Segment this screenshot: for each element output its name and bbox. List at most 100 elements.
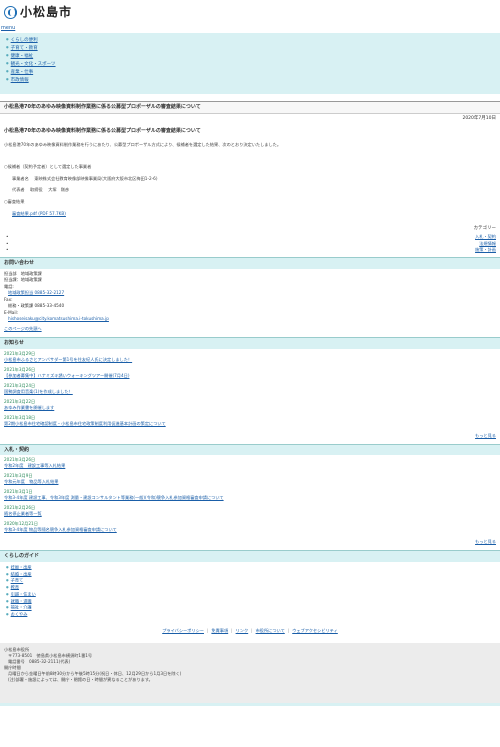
news-heading: お知らせ: [0, 337, 500, 349]
site-header: 小松島市: [0, 0, 500, 24]
nav-item: 健康・福祉: [6, 52, 494, 60]
contact-heading: お問い合わせ: [0, 256, 500, 269]
guide-link[interactable]: おくやみ: [11, 611, 28, 616]
guide-item: 結婚・出産: [6, 571, 494, 578]
item-link[interactable]: 令和2年度 建設工事等入札結果: [4, 463, 496, 469]
separator: |: [206, 627, 209, 633]
guide-item: 就職・退職: [6, 598, 494, 605]
bids-list: 2021年3月26日 令和2年度 建設工事等入札結果 2021年3月9日 令和元年度 …: [0, 455, 500, 539]
phone-link[interactable]: 地域政策担当 0885-32-2127: [8, 290, 64, 295]
nav-link[interactable]: 市政情報: [11, 78, 29, 83]
footer-links: プライバシーポリシー | 免責事項 | リンク | 市役所について | ウェブアクセシビリティ: [0, 620, 500, 644]
list-item: 2021年3月29日 小松島市ふるさとアンバサダー第1号を住友紀人氏に決定しました…: [4, 351, 496, 363]
nav-item: 子育て・教育: [6, 44, 494, 52]
category-title: カテゴリー: [473, 226, 497, 232]
category-list: • 入札・契約 • 法規情報 • 施策・計画: [0, 234, 500, 254]
article-body: 小松島港70年のあゆみ映像資料制作業務に係る公募型プロポーザルの審査結果について…: [0, 124, 500, 225]
news-list: 2021年3月29日 小松島市ふるさとアンバサダー第1号を住友紀人氏に決定しました…: [0, 349, 500, 433]
list-item: 2021年3月18日 第2期小松島市住宅確認制度・小松島市住宅政策制度利用促進基本…: [4, 415, 496, 427]
publish-date: 2020年7月10日: [462, 115, 496, 121]
site-footer: 小松島市役所 〒773-8501 徳島県小松島市横須町1番1号 電話番号 088…: [0, 643, 500, 704]
page-title: 小松島港70年のあゆみ映像資料制作業務に係る公募型プロポーザルの審査結果について: [0, 100, 500, 114]
footer-note: (注)部署・施設によっては、開庁・閉館の日・時間が異なることがあります。: [8, 677, 153, 683]
list-item: 2021年3月26日 令和2年度 建設工事等入札結果: [4, 457, 496, 469]
city-logo-icon[interactable]: [4, 5, 17, 19]
article-intro: 小松島港70年のあゆみ映像資料制作業務を行うにあたり、公募型プロポーザル方式によ…: [4, 142, 282, 148]
guide-list: 妊娠・出産結婚・出産子育て教育引越・住まい就職・退職福祉・介護おくやみ: [0, 562, 500, 620]
nav-link[interactable]: 健康・福祉: [11, 54, 34, 59]
guide-heading: くらしのガイド: [0, 550, 500, 562]
representative-row: 代表者 取締役 大塚 剛彦: [4, 187, 496, 193]
item-link[interactable]: あゆみ作業書を開催します: [4, 405, 496, 411]
guide-link[interactable]: 教育: [11, 584, 19, 589]
company-name: 東映株式会社教育映像部映像事業局(大阪府大阪市北区梅田1-2-6): [34, 175, 158, 181]
guide-item: 教育: [6, 584, 494, 591]
bids-more-link[interactable]: もっと見る: [475, 539, 496, 544]
list-item: 2021年3月24日 国勢調査用音楽(1)を作成しました！: [4, 383, 496, 395]
rep-title: 取締役: [30, 187, 43, 193]
nav-item: 市政情報: [6, 76, 494, 84]
list-item: 2021年3月22日 あゆみ作業書を開催します: [4, 399, 496, 411]
item-link[interactable]: 第2期小松島市住宅確認制度・小松島市住宅政策制度利用促進基本計画の策定について: [4, 421, 496, 427]
separator: |: [231, 627, 233, 633]
guide-link[interactable]: 子育て: [11, 578, 24, 583]
footer-link[interactable]: 免責事項: [211, 628, 228, 633]
results-label: ○審査結果: [4, 199, 25, 204]
nav-item: くらしの便利: [6, 36, 494, 44]
bottom-bar: [0, 703, 500, 707]
item-link[interactable]: 随名停止業者等一覧: [4, 511, 496, 517]
guide-item: おくやみ: [6, 611, 494, 618]
breadcrumb: [0, 94, 500, 101]
candidate-label: ○候補者（契約予定者）として選定した事業者: [4, 163, 92, 169]
list-item: 2021年3月9日 令和元年度 物品等入札結果: [4, 473, 496, 485]
footer-link[interactable]: プライバシーポリシー: [162, 628, 204, 633]
separator: |: [251, 627, 253, 633]
nav-link[interactable]: 観光・文化・スポーツ: [11, 62, 56, 67]
news-more-link[interactable]: もっと見る: [475, 433, 496, 438]
page-top-link[interactable]: このページの先頭へ: [4, 326, 42, 331]
results-pdf-link[interactable]: 審査結果.pdf (PDF 57.7KB): [12, 211, 66, 216]
site-logo-text[interactable]: 小松島市: [20, 4, 72, 20]
guide-item: 福祉・介護: [6, 604, 494, 611]
guide-link[interactable]: 引越・住まい: [11, 591, 36, 596]
guide-item: 引越・住まい: [6, 591, 494, 598]
nav-link[interactable]: 子育て・教育: [11, 46, 38, 51]
contact-block: 担当部 地域政策課 担当課：地域政策課 電話: 地域政策担当 0885-32-2…: [0, 269, 500, 335]
list-item: 2021年2月26日 随名停止業者等一覧: [4, 505, 496, 517]
list-item: 2021年3月26日 【参加者募集中】ハナミズキ誘いウォーキングツアー開催(7月4…: [4, 367, 496, 379]
list-item: 2021年3月1日 令和3-4年度 建設工事、令和3年度 測量・建設コンサルタント…: [4, 489, 496, 501]
nav-item: 産業・仕事: [6, 68, 494, 76]
article-heading: 小松島港70年のあゆみ映像資料制作業務に係る公募型プロポーザルの審査結果について: [4, 127, 201, 134]
category-link[interactable]: 施策・計画: [475, 247, 496, 254]
footer-link[interactable]: 市役所について: [256, 628, 285, 633]
item-link[interactable]: 令和3-4年度 物品等随名競争入札参加資格審査申請について: [4, 527, 496, 533]
guide-link[interactable]: 就職・退職: [11, 598, 32, 603]
footer-link[interactable]: リンク: [236, 628, 249, 633]
guide-item: 妊娠・出産: [6, 564, 494, 571]
bids-heading: 入札・契約: [0, 443, 500, 456]
bullet-icon: •: [6, 247, 9, 253]
separator: |: [287, 627, 290, 633]
item-link[interactable]: 小松島市ふるさとアンバサダー第1号を住友紀人氏に決定しました！: [4, 357, 496, 363]
main-nav: くらしの便利子育て・教育健康・福祉観光・文化・スポーツ産業・仕事市政情報: [0, 32, 500, 94]
item-link[interactable]: 【参加者募集中】ハナミズキ誘いウォーキングツアー開催(7月4日): [4, 373, 496, 379]
guide-link[interactable]: 福祉・介護: [11, 605, 32, 610]
item-link[interactable]: 令和3-4年度 建設工事、令和3年度 測量・建設コンサルタント等業務(一般)(令…: [4, 495, 496, 501]
nav-item: 観光・文化・スポーツ: [6, 60, 494, 68]
rep-name: 大塚 剛彦: [48, 187, 70, 193]
nav-link[interactable]: 産業・仕事: [11, 70, 34, 75]
list-item: 2020年12月21日 令和3-4年度 物品等随名競争入札参加資格審査申請について: [4, 521, 496, 533]
company-row: 事業者名 東映株式会社教育映像部映像事業局(大阪府大阪市北区梅田1-2-6): [4, 176, 496, 182]
guide-item: 子育て: [6, 577, 494, 584]
item-link[interactable]: 国勢調査用音楽(1)を作成しました！: [4, 389, 496, 395]
nav-link[interactable]: くらしの便利: [11, 38, 38, 43]
menu-link[interactable]: menu: [0, 24, 500, 33]
footer-link[interactable]: ウェブアクセシビリティ: [292, 628, 338, 633]
guide-link[interactable]: 結婚・出産: [11, 571, 32, 576]
rep-label: 代表者: [12, 187, 25, 193]
email-link[interactable]: hishoseisaku@city.komatsushima.i-tokushi…: [8, 316, 109, 321]
item-link[interactable]: 令和元年度 物品等入札結果: [4, 479, 496, 485]
company-label: 事業者名: [12, 175, 29, 181]
guide-link[interactable]: 妊娠・出産: [11, 564, 32, 569]
category-item: • 施策・計画: [4, 247, 496, 254]
